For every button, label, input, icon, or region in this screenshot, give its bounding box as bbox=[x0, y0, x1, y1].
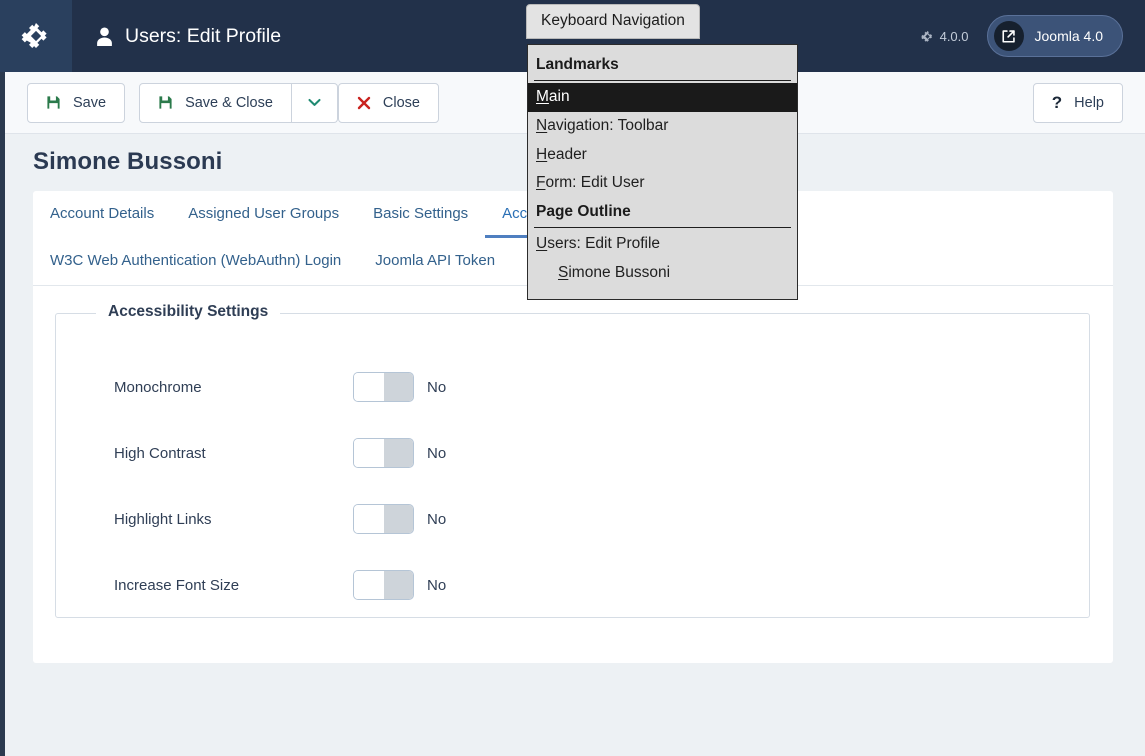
user-icon bbox=[97, 27, 112, 46]
joomla-preview-button[interactable]: Joomla 4.0 bbox=[986, 15, 1123, 57]
joomla-logo-icon bbox=[21, 23, 47, 48]
kbd-section-heading: Page Outline bbox=[536, 203, 631, 221]
toggle-switch[interactable] bbox=[353, 438, 414, 468]
setting-label: Highlight Links bbox=[114, 510, 212, 528]
toggle-value: No bbox=[427, 510, 447, 528]
joomla-logo-button[interactable] bbox=[0, 0, 72, 72]
setting-row: Increase Font Size No bbox=[56, 552, 1089, 618]
tab-assigned-user-groups[interactable]: Assigned User Groups bbox=[171, 191, 356, 238]
toggle-track bbox=[383, 505, 413, 533]
setting-row: Monochrome No bbox=[56, 354, 1089, 420]
header-right-group: 4.0.0 Joomla 4.0 bbox=[920, 15, 1145, 57]
kbd-menu-item[interactable]: Header bbox=[528, 141, 797, 170]
tab-w3c-web-authentication-webauthn-login[interactable]: W3C Web Authentication (WebAuthn) Login bbox=[33, 238, 358, 285]
kbd-item-label: imone Bussoni bbox=[568, 264, 671, 282]
kbd-accesskey: H bbox=[536, 145, 548, 163]
app-root: Users: Edit Profile 4.0.0 Joomla 4.0 Sav… bbox=[0, 0, 1145, 756]
kbd-section-divider bbox=[534, 80, 791, 81]
tab-label: Assigned User Groups bbox=[188, 205, 340, 222]
kbd-item-label: eader bbox=[547, 145, 587, 163]
save-button-label: Save bbox=[73, 94, 107, 111]
kbd-item-label: sers: Edit Profile bbox=[547, 235, 661, 253]
kbd-accesskey: S bbox=[558, 264, 569, 282]
toggle-knob bbox=[354, 373, 384, 401]
kbd-menu-item[interactable]: Users: Edit Profile bbox=[528, 230, 797, 259]
kbd-menu-item[interactable]: Form: Edit User bbox=[528, 169, 797, 198]
kbd-accesskey: U bbox=[536, 235, 548, 253]
kbd-menu-item[interactable]: Main bbox=[528, 83, 797, 112]
tab-account-details[interactable]: Account Details bbox=[33, 191, 171, 238]
close-button-label: Close bbox=[382, 94, 420, 111]
setting-label: High Contrast bbox=[114, 444, 206, 462]
kbd-menu-item[interactable]: Navigation: Toolbar bbox=[528, 112, 797, 141]
tab-label: Basic Settings bbox=[373, 205, 469, 222]
kbd-item-label: avigation: Toolbar bbox=[547, 116, 669, 134]
joomla-version: 4.0.0 bbox=[920, 28, 969, 44]
tab-basic-settings[interactable]: Basic Settings bbox=[356, 191, 485, 238]
help-button-label: Help bbox=[1074, 94, 1104, 111]
left-sidebar-rail bbox=[0, 72, 5, 756]
kbd-accesskey: M bbox=[536, 88, 549, 105]
joomla-version-text: 4.0.0 bbox=[939, 28, 969, 44]
toggle-value: No bbox=[427, 576, 447, 594]
toggle-value: No bbox=[427, 378, 447, 396]
keyboard-navigation-label: Keyboard Navigation bbox=[526, 4, 700, 39]
toggle-switch[interactable] bbox=[353, 372, 414, 402]
fieldset-legend: Accessibility Settings bbox=[96, 303, 281, 321]
setting-row: High Contrast No bbox=[56, 420, 1089, 486]
page-header-title: Users: Edit Profile bbox=[96, 25, 281, 48]
save-button[interactable]: Save bbox=[27, 82, 126, 123]
kbd-item-label: orm: Edit User bbox=[545, 174, 645, 192]
setting-label: Monochrome bbox=[114, 378, 202, 396]
joomla-preview-label: Joomla 4.0 bbox=[1034, 28, 1103, 44]
tab-label: Joomla API Token bbox=[375, 252, 496, 269]
toggle-track bbox=[383, 373, 413, 401]
keyboard-navigation-menu[interactable]: Landmarks Main Navigation: Toolbar Header Fo… bbox=[527, 44, 798, 300]
save-and-close-button[interactable]: Save & Close bbox=[139, 82, 292, 123]
question-mark-icon: ? bbox=[1051, 93, 1063, 112]
save-close-group: Save & Close bbox=[139, 82, 338, 123]
toggle-knob bbox=[354, 439, 384, 467]
tab-joomla-api-token[interactable]: Joomla API Token bbox=[358, 238, 512, 285]
toggle-knob bbox=[354, 505, 384, 533]
joomla-mark-icon bbox=[920, 30, 932, 42]
kbd-section-heading: Landmarks bbox=[536, 56, 619, 73]
toggle-track bbox=[383, 571, 413, 599]
save-and-close-label: Save & Close bbox=[185, 94, 273, 111]
chevron-down-icon bbox=[308, 98, 321, 106]
page-title: Simone Bussoni bbox=[33, 148, 223, 175]
toggle-track bbox=[383, 439, 413, 467]
toggle-value: No bbox=[427, 444, 447, 462]
close-x-icon bbox=[357, 96, 371, 109]
toggle-switch[interactable] bbox=[353, 504, 414, 534]
toggle-knob bbox=[354, 571, 384, 599]
tab-label: W3C Web Authentication (WebAuthn) Login bbox=[50, 252, 342, 269]
header-title-text: Users: Edit Profile bbox=[125, 24, 282, 47]
external-link-icon bbox=[993, 21, 1024, 51]
save-dropdown-toggle[interactable] bbox=[291, 82, 338, 123]
kbd-item-label: ain bbox=[548, 88, 570, 105]
close-button[interactable]: Close bbox=[337, 82, 439, 123]
setting-label: Increase Font Size bbox=[114, 576, 240, 594]
help-button[interactable]: ? Help bbox=[1032, 82, 1123, 123]
kbd-section-divider bbox=[534, 227, 791, 229]
setting-row: Highlight Links No bbox=[56, 486, 1089, 552]
accessibility-settings-fieldset: Accessibility Settings Monochrome No High … bbox=[55, 303, 1090, 618]
save-floppy-icon bbox=[159, 96, 172, 109]
toggle-switch[interactable] bbox=[353, 570, 414, 600]
save-floppy-icon bbox=[47, 96, 60, 109]
kbd-menu-item[interactable]: Simone Bussoni bbox=[528, 259, 797, 288]
tab-label: Account Details bbox=[50, 205, 155, 222]
kbd-accesskey: N bbox=[536, 116, 548, 134]
